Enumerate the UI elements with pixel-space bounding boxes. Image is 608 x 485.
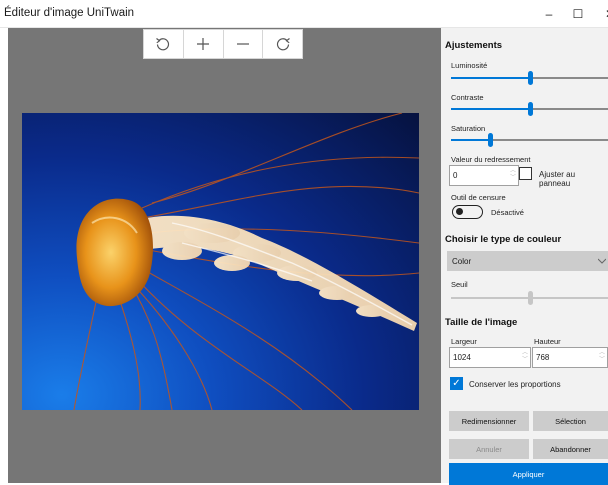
title-bar: Éditeur d'image UniTwain – ☐ ✕ xyxy=(0,0,608,28)
brightness-slider[interactable] xyxy=(451,71,608,85)
keep-ratio-label: Conserver les proportions xyxy=(469,380,561,389)
minus-icon xyxy=(236,43,249,45)
fit-panel-checkbox[interactable] xyxy=(519,167,532,180)
adjustments-panel: Ajustements Luminosité Contraste Saturat… xyxy=(441,28,608,485)
color-type-select[interactable]: Color xyxy=(447,251,608,271)
cancel-button[interactable]: Annuler xyxy=(449,439,529,459)
height-value: 768 xyxy=(536,353,550,362)
image-toolbar xyxy=(143,29,303,59)
color-type-heading: Choisir le type de couleur xyxy=(445,234,562,245)
contrast-slider[interactable] xyxy=(451,102,608,116)
jellyfish-image xyxy=(73,113,419,410)
threshold-label: Seuil xyxy=(451,280,468,289)
adjustments-heading: Ajustements xyxy=(445,40,503,51)
toggle-knob xyxy=(456,208,463,215)
straighten-input[interactable]: 0 ︿ ﹀ xyxy=(449,165,519,186)
resize-button[interactable]: Redimensionner xyxy=(449,411,529,431)
saturation-slider[interactable] xyxy=(451,133,608,147)
keep-ratio-checkbox[interactable]: ✓ xyxy=(450,377,463,390)
jellyfish-photo xyxy=(22,113,419,410)
spinner-icon[interactable]: ︿ ﹀ xyxy=(599,350,605,364)
spinner-icon[interactable]: ︿ ﹀ xyxy=(510,168,516,182)
rotate-right-icon xyxy=(276,38,290,51)
censor-label: Outil de censure xyxy=(451,193,506,202)
close-button[interactable]: ✕ xyxy=(590,0,608,28)
color-type-value: Color xyxy=(452,256,472,266)
width-input[interactable]: 1024 ︿ ﹀ xyxy=(449,347,531,368)
censor-toggle[interactable] xyxy=(452,205,483,219)
height-label: Hauteur xyxy=(534,337,561,346)
straighten-value: 0 xyxy=(453,171,458,180)
saturation-label: Saturation xyxy=(451,124,486,133)
image-size-heading: Taille de l'image xyxy=(445,317,518,328)
spinner-icon[interactable]: ︿ ﹀ xyxy=(522,350,528,364)
window-title: Éditeur d'image UniTwain xyxy=(4,7,135,19)
censor-state: Désactivé xyxy=(491,208,524,217)
fit-panel-label: Ajuster au panneau xyxy=(539,170,576,188)
abandon-button[interactable]: Abandonner xyxy=(533,439,608,459)
selection-button[interactable]: Sélection xyxy=(533,411,608,431)
width-label: Largeur xyxy=(451,337,477,346)
brightness-label: Luminosité xyxy=(451,61,488,70)
height-input[interactable]: 768 ︿ ﹀ xyxy=(532,347,608,368)
zoom-out-button[interactable] xyxy=(224,30,264,58)
plus-icon xyxy=(197,38,210,50)
width-value: 1024 xyxy=(453,353,471,362)
rotate-left-button[interactable] xyxy=(144,30,184,58)
checkmark-icon: ✓ xyxy=(452,378,461,389)
straighten-label: Valeur du redressement xyxy=(451,155,531,164)
rotate-left-icon xyxy=(156,38,170,51)
rotate-right-button[interactable] xyxy=(263,30,302,58)
contrast-label: Contraste xyxy=(451,93,484,102)
apply-button[interactable]: Appliquer xyxy=(449,463,608,485)
threshold-slider[interactable] xyxy=(451,291,608,305)
chevron-down-icon xyxy=(598,258,606,264)
zoom-in-button[interactable] xyxy=(184,30,224,58)
